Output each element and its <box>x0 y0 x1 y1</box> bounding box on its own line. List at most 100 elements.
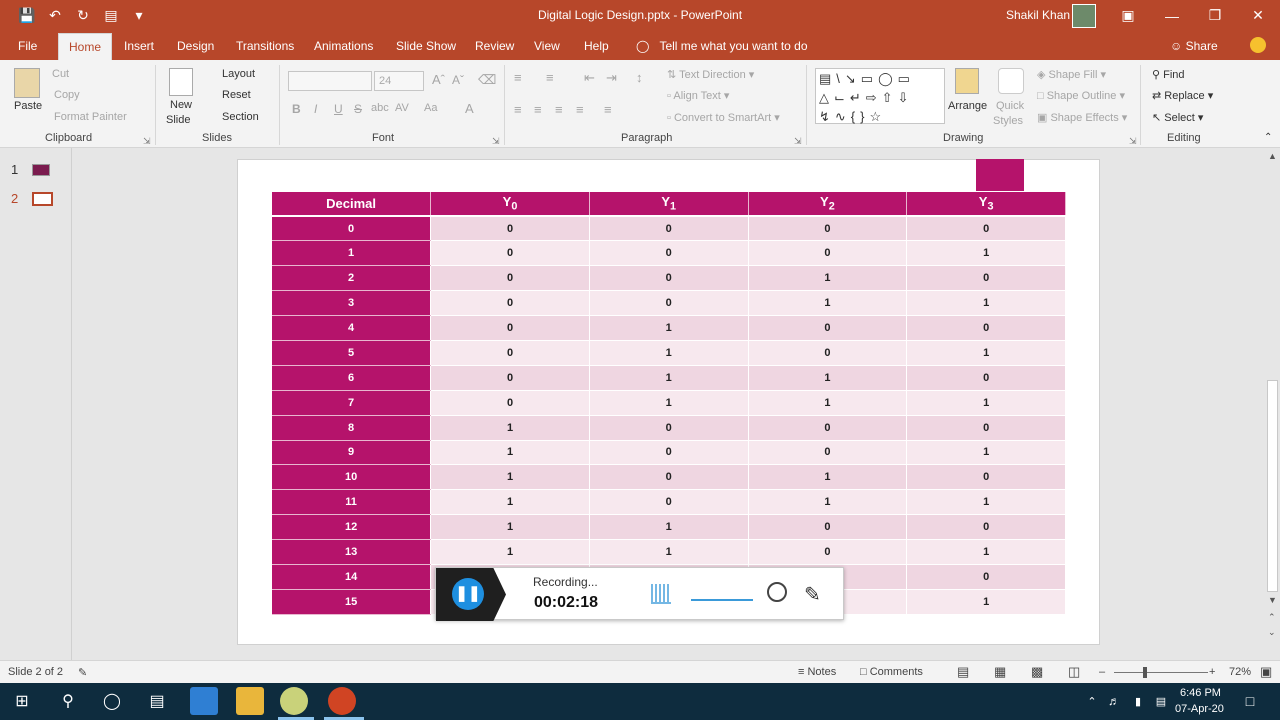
output-cell[interactable]: 0 <box>430 315 590 341</box>
drawing-launcher-icon[interactable]: ⇲ <box>1129 136 1137 147</box>
scroll-up-icon[interactable]: ▲ <box>1268 151 1277 161</box>
char-spacing-icon[interactable]: AV <box>395 102 409 114</box>
powerpoint-icon[interactable] <box>328 687 356 715</box>
header-decimal[interactable]: Decimal <box>272 192 432 217</box>
output-cell[interactable]: 0 <box>748 340 908 366</box>
arrange-button[interactable]: Arrange <box>948 100 987 112</box>
decimal-cell[interactable]: 5 <box>272 340 432 366</box>
output-cell[interactable]: 1 <box>589 539 749 565</box>
pen-icon[interactable]: ✎ <box>804 582 821 607</box>
copy-button[interactable]: Copy <box>54 89 80 101</box>
decimal-cell[interactable]: 3 <box>272 290 432 317</box>
font-family-combo[interactable] <box>288 71 372 91</box>
output-cell[interactable]: 0 <box>589 464 749 491</box>
windows-start-icon[interactable]: ⊞ <box>12 691 32 711</box>
cut-button[interactable]: Cut <box>52 68 69 80</box>
share-button[interactable]: ☺ Share <box>1170 39 1218 53</box>
shadow-icon[interactable]: abc <box>371 102 389 114</box>
output-cell[interactable]: 0 <box>906 365 1066 391</box>
output-cell[interactable]: 0 <box>589 290 749 317</box>
output-cell[interactable]: 0 <box>906 415 1066 441</box>
zoom-in-icon[interactable]: + <box>1209 666 1215 678</box>
change-case-icon[interactable]: Aa <box>424 102 437 114</box>
output-cell[interactable]: 1 <box>589 514 749 541</box>
output-cell[interactable]: 1 <box>906 539 1066 565</box>
output-cell[interactable]: 1 <box>906 589 1066 615</box>
output-cell[interactable]: 1 <box>748 290 908 317</box>
shape-fill-button[interactable]: ◈ Shape Fill ▾ <box>1037 68 1106 81</box>
pause-recording-button[interactable]: ❚❚ <box>452 578 484 610</box>
fit-slide-icon[interactable]: ▣ <box>1260 664 1272 680</box>
file-explorer-icon[interactable] <box>236 687 264 715</box>
quick-styles-button[interactable]: Quick <box>996 100 1024 112</box>
decimal-cell[interactable]: 10 <box>272 464 432 491</box>
output-cell[interactable]: 0 <box>589 240 749 267</box>
tab-view[interactable]: View <box>534 39 560 53</box>
restore-icon[interactable]: ❐ <box>1193 0 1237 31</box>
header-y0[interactable]: Y0 <box>430 192 590 217</box>
shapes-gallery[interactable]: ▤\↘▭◯▭ △⌙↵⇨⇧⇩ ↯∿{}☆ <box>815 68 945 124</box>
underline-icon[interactable]: U <box>334 102 343 116</box>
output-cell[interactable]: 0 <box>906 564 1066 590</box>
output-cell[interactable]: 1 <box>430 440 590 466</box>
decimal-cell[interactable]: 9 <box>272 440 432 466</box>
accessibility-icon[interactable]: ✎ <box>78 666 87 679</box>
notes-button[interactable]: ≡ Notes <box>798 666 836 678</box>
output-cell[interactable]: 1 <box>589 390 749 416</box>
tab-help[interactable]: Help <box>584 39 609 53</box>
align-left-icon[interactable]: ≡ <box>514 102 522 117</box>
replace-button[interactable]: ⇄ Replace ▾ <box>1152 89 1213 102</box>
output-cell[interactable]: 1 <box>748 390 908 416</box>
tab-file[interactable]: File <box>18 39 37 53</box>
tab-transitions[interactable]: Transitions <box>236 39 294 53</box>
bullets-icon[interactable]: ≡ <box>514 70 522 85</box>
convert-smartart-button[interactable]: ▫ Convert to SmartArt ▾ <box>667 111 780 124</box>
columns-icon[interactable]: ≡ <box>604 102 612 117</box>
output-cell[interactable]: 0 <box>430 265 590 292</box>
webcam-icon[interactable] <box>767 582 787 602</box>
tab-slide-show[interactable]: Slide Show <box>396 39 456 53</box>
line-spacing-icon[interactable]: ↕ <box>636 70 643 85</box>
collapse-ribbon-icon[interactable]: ⌃ <box>1264 132 1272 143</box>
output-cell[interactable]: 0 <box>430 216 590 242</box>
zoom-out-icon[interactable]: – <box>1099 666 1105 678</box>
quick-styles-button-line2[interactable]: Styles <box>993 115 1023 127</box>
comments-button[interactable]: □ Comments <box>860 666 923 678</box>
output-cell[interactable]: 1 <box>906 340 1066 366</box>
align-right-icon[interactable]: ≡ <box>555 102 563 117</box>
volume-icon[interactable]: ♬ <box>1104 691 1124 711</box>
tab-review[interactable]: Review <box>475 39 514 53</box>
output-cell[interactable]: 1 <box>748 365 908 391</box>
decrease-font-icon[interactable]: Aˇ <box>452 73 464 87</box>
output-cell[interactable]: 1 <box>430 489 590 516</box>
zoom-slider-knob[interactable] <box>1143 667 1147 678</box>
output-cell[interactable]: 0 <box>430 340 590 366</box>
output-cell[interactable]: 0 <box>906 216 1066 242</box>
tab-animations[interactable]: Animations <box>314 39 373 53</box>
zoom-level[interactable]: 72% <box>1229 666 1251 678</box>
shape-outline-button[interactable]: □ Shape Outline ▾ <box>1037 89 1125 102</box>
output-cell[interactable]: 0 <box>748 415 908 441</box>
output-cell[interactable]: 1 <box>430 464 590 491</box>
increase-indent-icon[interactable]: ⇥ <box>606 70 617 86</box>
find-button[interactable]: ⚲ Find <box>1152 68 1185 81</box>
next-slide-icon[interactable]: ⌄ <box>1268 627 1276 638</box>
decimal-cell[interactable]: 2 <box>272 265 432 292</box>
font-size-combo[interactable]: 24 <box>374 71 424 91</box>
tab-home[interactable]: Home <box>58 33 113 60</box>
slide-thumbnail-2[interactable] <box>32 192 53 206</box>
text-direction-button[interactable]: ⇅ Text Direction ▾ <box>667 68 754 81</box>
font-launcher-icon[interactable]: ⇲ <box>492 136 500 147</box>
select-button[interactable]: ↖ Select ▾ <box>1152 111 1203 124</box>
output-cell[interactable]: 1 <box>589 340 749 366</box>
output-cell[interactable]: 1 <box>430 514 590 541</box>
tab-insert[interactable]: Insert <box>124 39 154 53</box>
strikethrough-icon[interactable]: S <box>354 102 362 116</box>
output-cell[interactable]: 0 <box>906 265 1066 292</box>
italic-icon[interactable]: I <box>314 102 317 116</box>
reading-view-icon[interactable]: ▩ <box>1031 664 1043 680</box>
output-cell[interactable]: 1 <box>430 539 590 565</box>
output-cell[interactable]: 1 <box>748 489 908 516</box>
slideshow-view-icon[interactable]: ◫ <box>1068 664 1080 680</box>
normal-view-icon[interactable]: ▤ <box>957 664 969 680</box>
